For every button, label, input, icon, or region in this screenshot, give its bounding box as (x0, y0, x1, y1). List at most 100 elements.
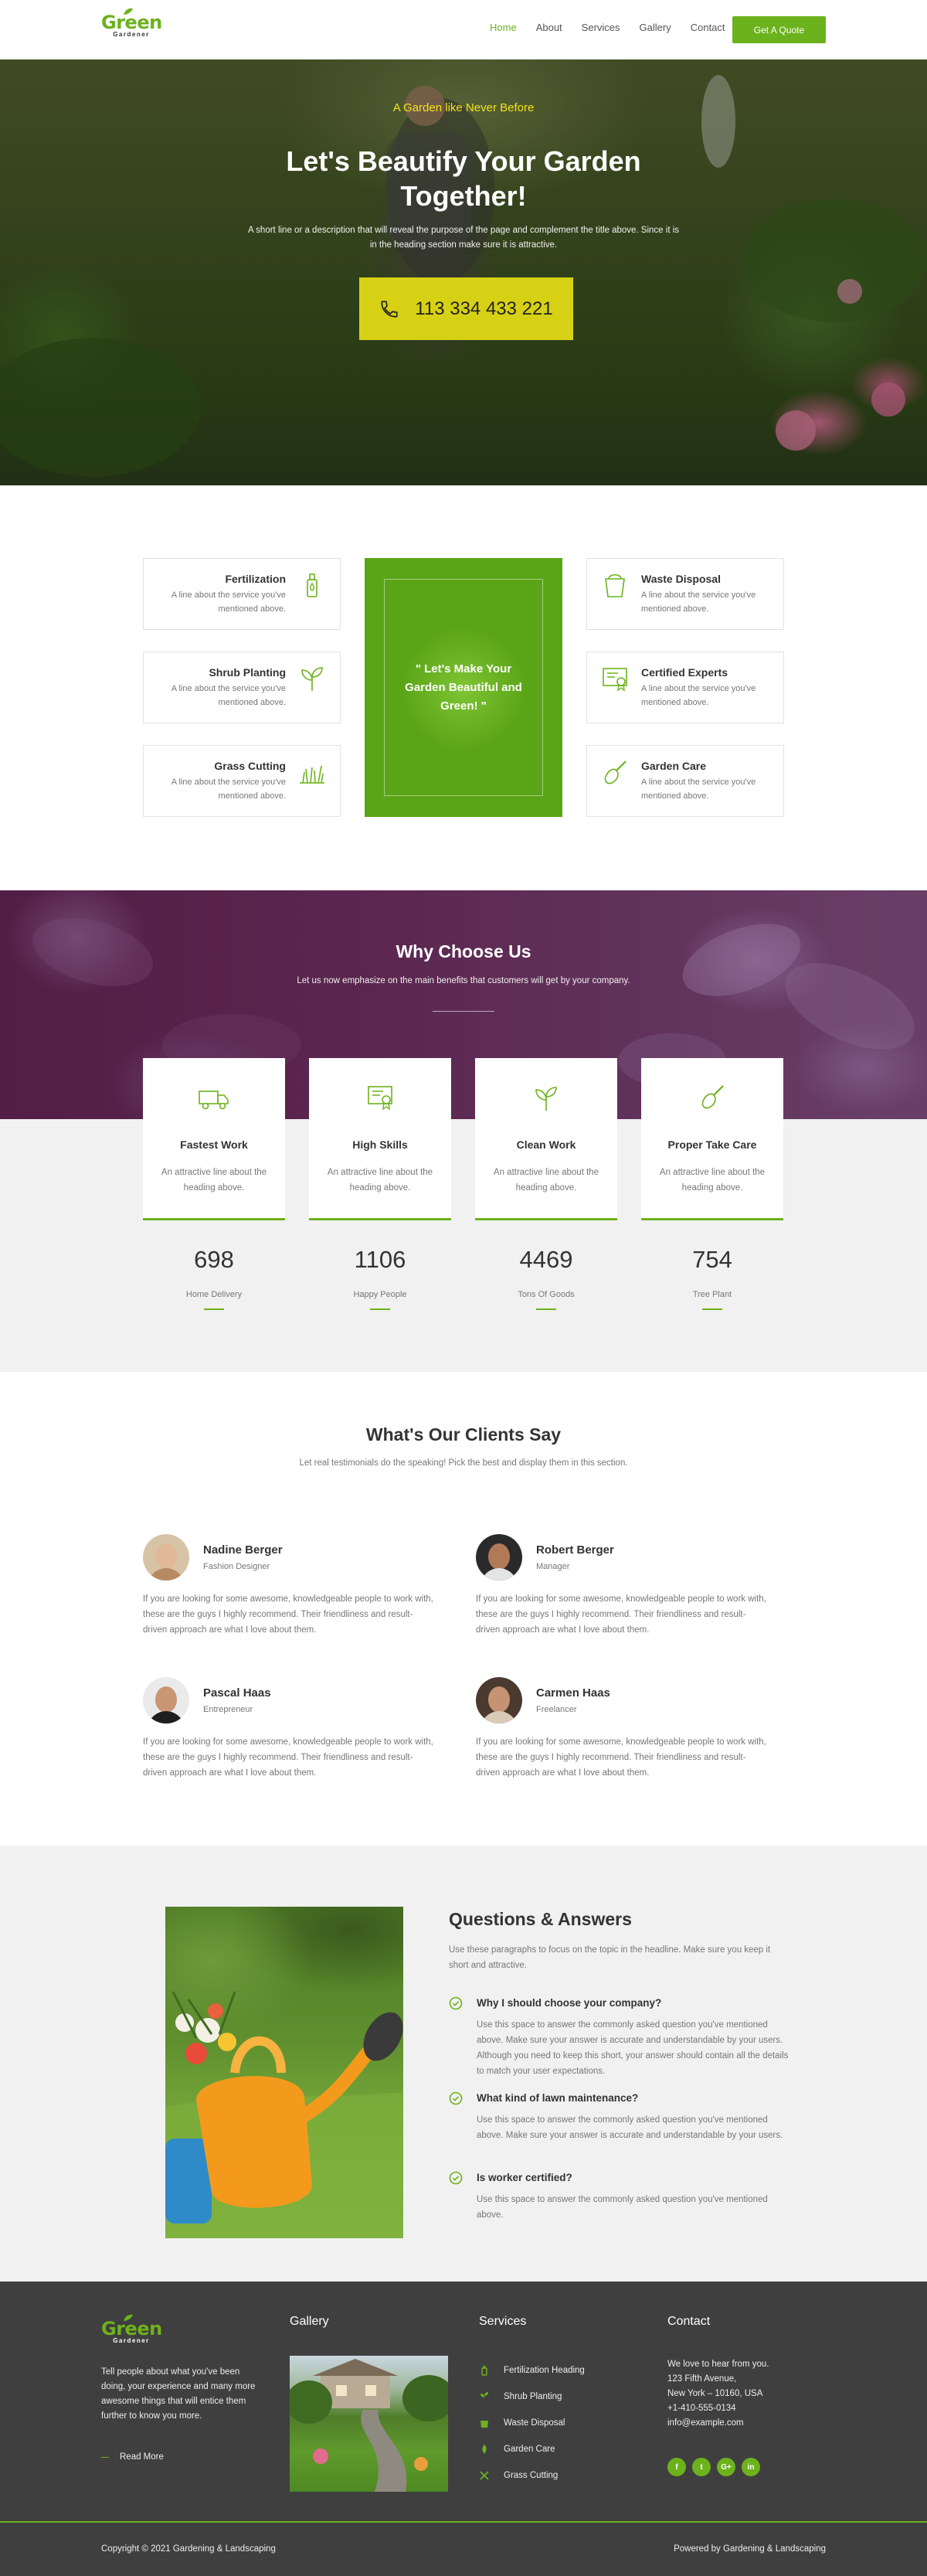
stat-tons-of-goods: 4469 Tons Of Goods (475, 1244, 617, 1310)
faq-question: Is worker certified? (477, 2172, 572, 2183)
main-nav: Home About Services Gallery Contact (490, 22, 745, 37)
feature-desc: An attractive line about the heading abo… (493, 1168, 599, 1193)
watering-can-image (165, 1907, 403, 2238)
stat-underline (702, 1308, 722, 1310)
services-highlight-box: " Let's Make Your Garden Beautiful and G… (365, 558, 562, 817)
phone-number: 113 334 433 221 (415, 298, 553, 319)
stat-label: Home Delivery (185, 1290, 243, 1299)
facebook-icon[interactable]: f (667, 2458, 686, 2476)
gallery-image[interactable] (290, 2356, 448, 2492)
service-desc: A line about the service you've mentione… (171, 778, 286, 801)
scissors-icon (480, 2471, 489, 2480)
footer-divider (0, 2521, 927, 2523)
nav-gallery[interactable]: Gallery (640, 22, 671, 37)
client-quote: If you are looking for some awesome, kno… (143, 1737, 433, 1778)
client-quote: If you are looking for some awesome, kno… (143, 1594, 433, 1635)
contact-city-line: New York – 10160, USA (667, 2389, 763, 2398)
avatar (476, 1534, 522, 1581)
check-circle-icon (449, 2171, 463, 2185)
stat-underline (204, 1308, 224, 1310)
footer-services-list: Fertilization Heading Shrub Planting Was… (479, 2357, 585, 2489)
nav-contact[interactable]: Contact (691, 22, 725, 37)
footer-about: Tell people about what you've been doing… (101, 2367, 256, 2421)
service-card-shrub-planting[interactable]: Shrub Planting A line about the service … (143, 652, 341, 723)
avatar (143, 1534, 189, 1581)
service-title: Garden Care (641, 760, 707, 772)
feature-title: Fastest Work (180, 1138, 248, 1151)
certificate-icon (368, 1086, 392, 1111)
feature-card-clean-work[interactable]: Clean Work An attractive line about the … (475, 1058, 617, 1220)
nav-home[interactable]: Home (490, 22, 517, 37)
service-card-grass-cutting[interactable]: Grass Cutting A line about the service y… (143, 745, 341, 817)
stat-number: 698 (194, 1246, 234, 1273)
twitter-icon[interactable]: t (692, 2458, 711, 2476)
stat-underline (370, 1308, 390, 1310)
service-desc: A line about the service you've mentione… (641, 778, 756, 801)
dash-icon (101, 2456, 109, 2458)
service-title: Fertilization (225, 573, 286, 585)
certificate-icon (603, 668, 627, 692)
feature-title: High Skills (352, 1138, 408, 1151)
grass-icon (300, 765, 324, 784)
why-overlay (0, 890, 927, 1119)
footer-gallery-title: Gallery (290, 2315, 329, 2328)
nav-about[interactable]: About (536, 22, 562, 37)
footer-service-link[interactable]: Garden Care (479, 2436, 585, 2462)
footer-service-link[interactable]: Fertilization Heading (479, 2357, 585, 2384)
feature-desc: An attractive line about the heading abo… (659, 1168, 766, 1193)
why-background-image (0, 890, 927, 1119)
service-title: Certified Experts (641, 666, 728, 679)
service-card-fertilization[interactable]: Fertilization A line about the service y… (143, 558, 341, 630)
stat-number: 4469 (519, 1246, 573, 1273)
why-divider (433, 1011, 494, 1012)
feature-desc: An attractive line about the heading abo… (161, 1168, 267, 1193)
bucket-icon (480, 2421, 488, 2428)
feature-title: Proper Take Care (667, 1138, 757, 1151)
stat-home-delivery: 698 Home Delivery (143, 1244, 285, 1310)
contact-email[interactable]: info@example.com (667, 2416, 822, 2431)
service-card-garden-care[interactable]: Garden Care A line about the service you… (586, 745, 784, 817)
avatar (143, 1677, 189, 1724)
footer-logo[interactable]: Green Gardener (101, 2314, 163, 2350)
feature-card-fastest-work[interactable]: Fastest Work An attractive line about th… (143, 1058, 285, 1220)
contact-phone[interactable]: +1-410-555-0134 (667, 2401, 822, 2416)
stat-tree-plant: 754 Tree Plant (641, 1244, 783, 1310)
get-quote-button[interactable]: Get A Quote (732, 16, 826, 43)
feature-card-high-skills[interactable]: High Skills An attractive line about the… (309, 1058, 451, 1220)
faq-title: Questions & Answers (449, 1909, 632, 1929)
faq-intro: Use these paragraphs to focus on the top… (449, 1945, 771, 1970)
bucket-icon (605, 573, 625, 597)
why-title: Why Choose Us (396, 941, 531, 961)
footer-service-link[interactable]: Waste Disposal (479, 2410, 585, 2436)
hero-overlay (0, 60, 927, 485)
contact-address-line: 123 Fifth Avenue, (667, 2374, 737, 2384)
client-name: Robert Berger (536, 1543, 614, 1557)
sprout-icon (480, 2392, 488, 2401)
service-desc: A line about the service you've mentione… (171, 590, 286, 614)
google-plus-icon[interactable]: G+ (717, 2458, 735, 2476)
clients-title: What's Our Clients Say (365, 1424, 562, 1445)
phone-button[interactable]: 113 334 433 221 (359, 277, 573, 340)
footer-service-link[interactable]: Shrub Planting (479, 2384, 585, 2410)
bottle-icon (307, 573, 317, 597)
nav-services[interactable]: Services (582, 22, 620, 37)
read-more-link[interactable]: Read More (101, 2452, 164, 2462)
client-quote: If you are looking for some awesome, kno… (476, 1594, 766, 1635)
footer-service-link[interactable]: Grass Cutting (479, 2462, 585, 2489)
footer-contact-info: We love to hear from you. 123 Fifth Aven… (667, 2357, 822, 2431)
service-title: Waste Disposal (641, 573, 721, 585)
footer-service-label: Garden Care (504, 2445, 555, 2454)
footer-service-label: Fertilization Heading (504, 2366, 585, 2375)
faq-question: Why I should choose your company? (477, 1997, 662, 2009)
linkedin-icon[interactable]: in (742, 2458, 760, 2476)
service-card-waste-disposal[interactable]: Waste Disposal A line about the service … (586, 558, 784, 630)
logo[interactable]: Green Gardener (101, 8, 163, 46)
leaf-icon (124, 2314, 133, 2321)
client-role: Manager (536, 1562, 570, 1571)
feature-card-proper-take-care[interactable]: Proper Take Care An attractive line abou… (641, 1058, 783, 1220)
client-name: Carmen Haas (536, 1686, 610, 1700)
footer-service-label: Waste Disposal (504, 2418, 565, 2428)
stats-background (0, 1119, 927, 1372)
service-card-certified-experts[interactable]: Certified Experts A line about the servi… (586, 652, 784, 723)
stat-happy-people: 1106 Happy People (309, 1244, 451, 1310)
